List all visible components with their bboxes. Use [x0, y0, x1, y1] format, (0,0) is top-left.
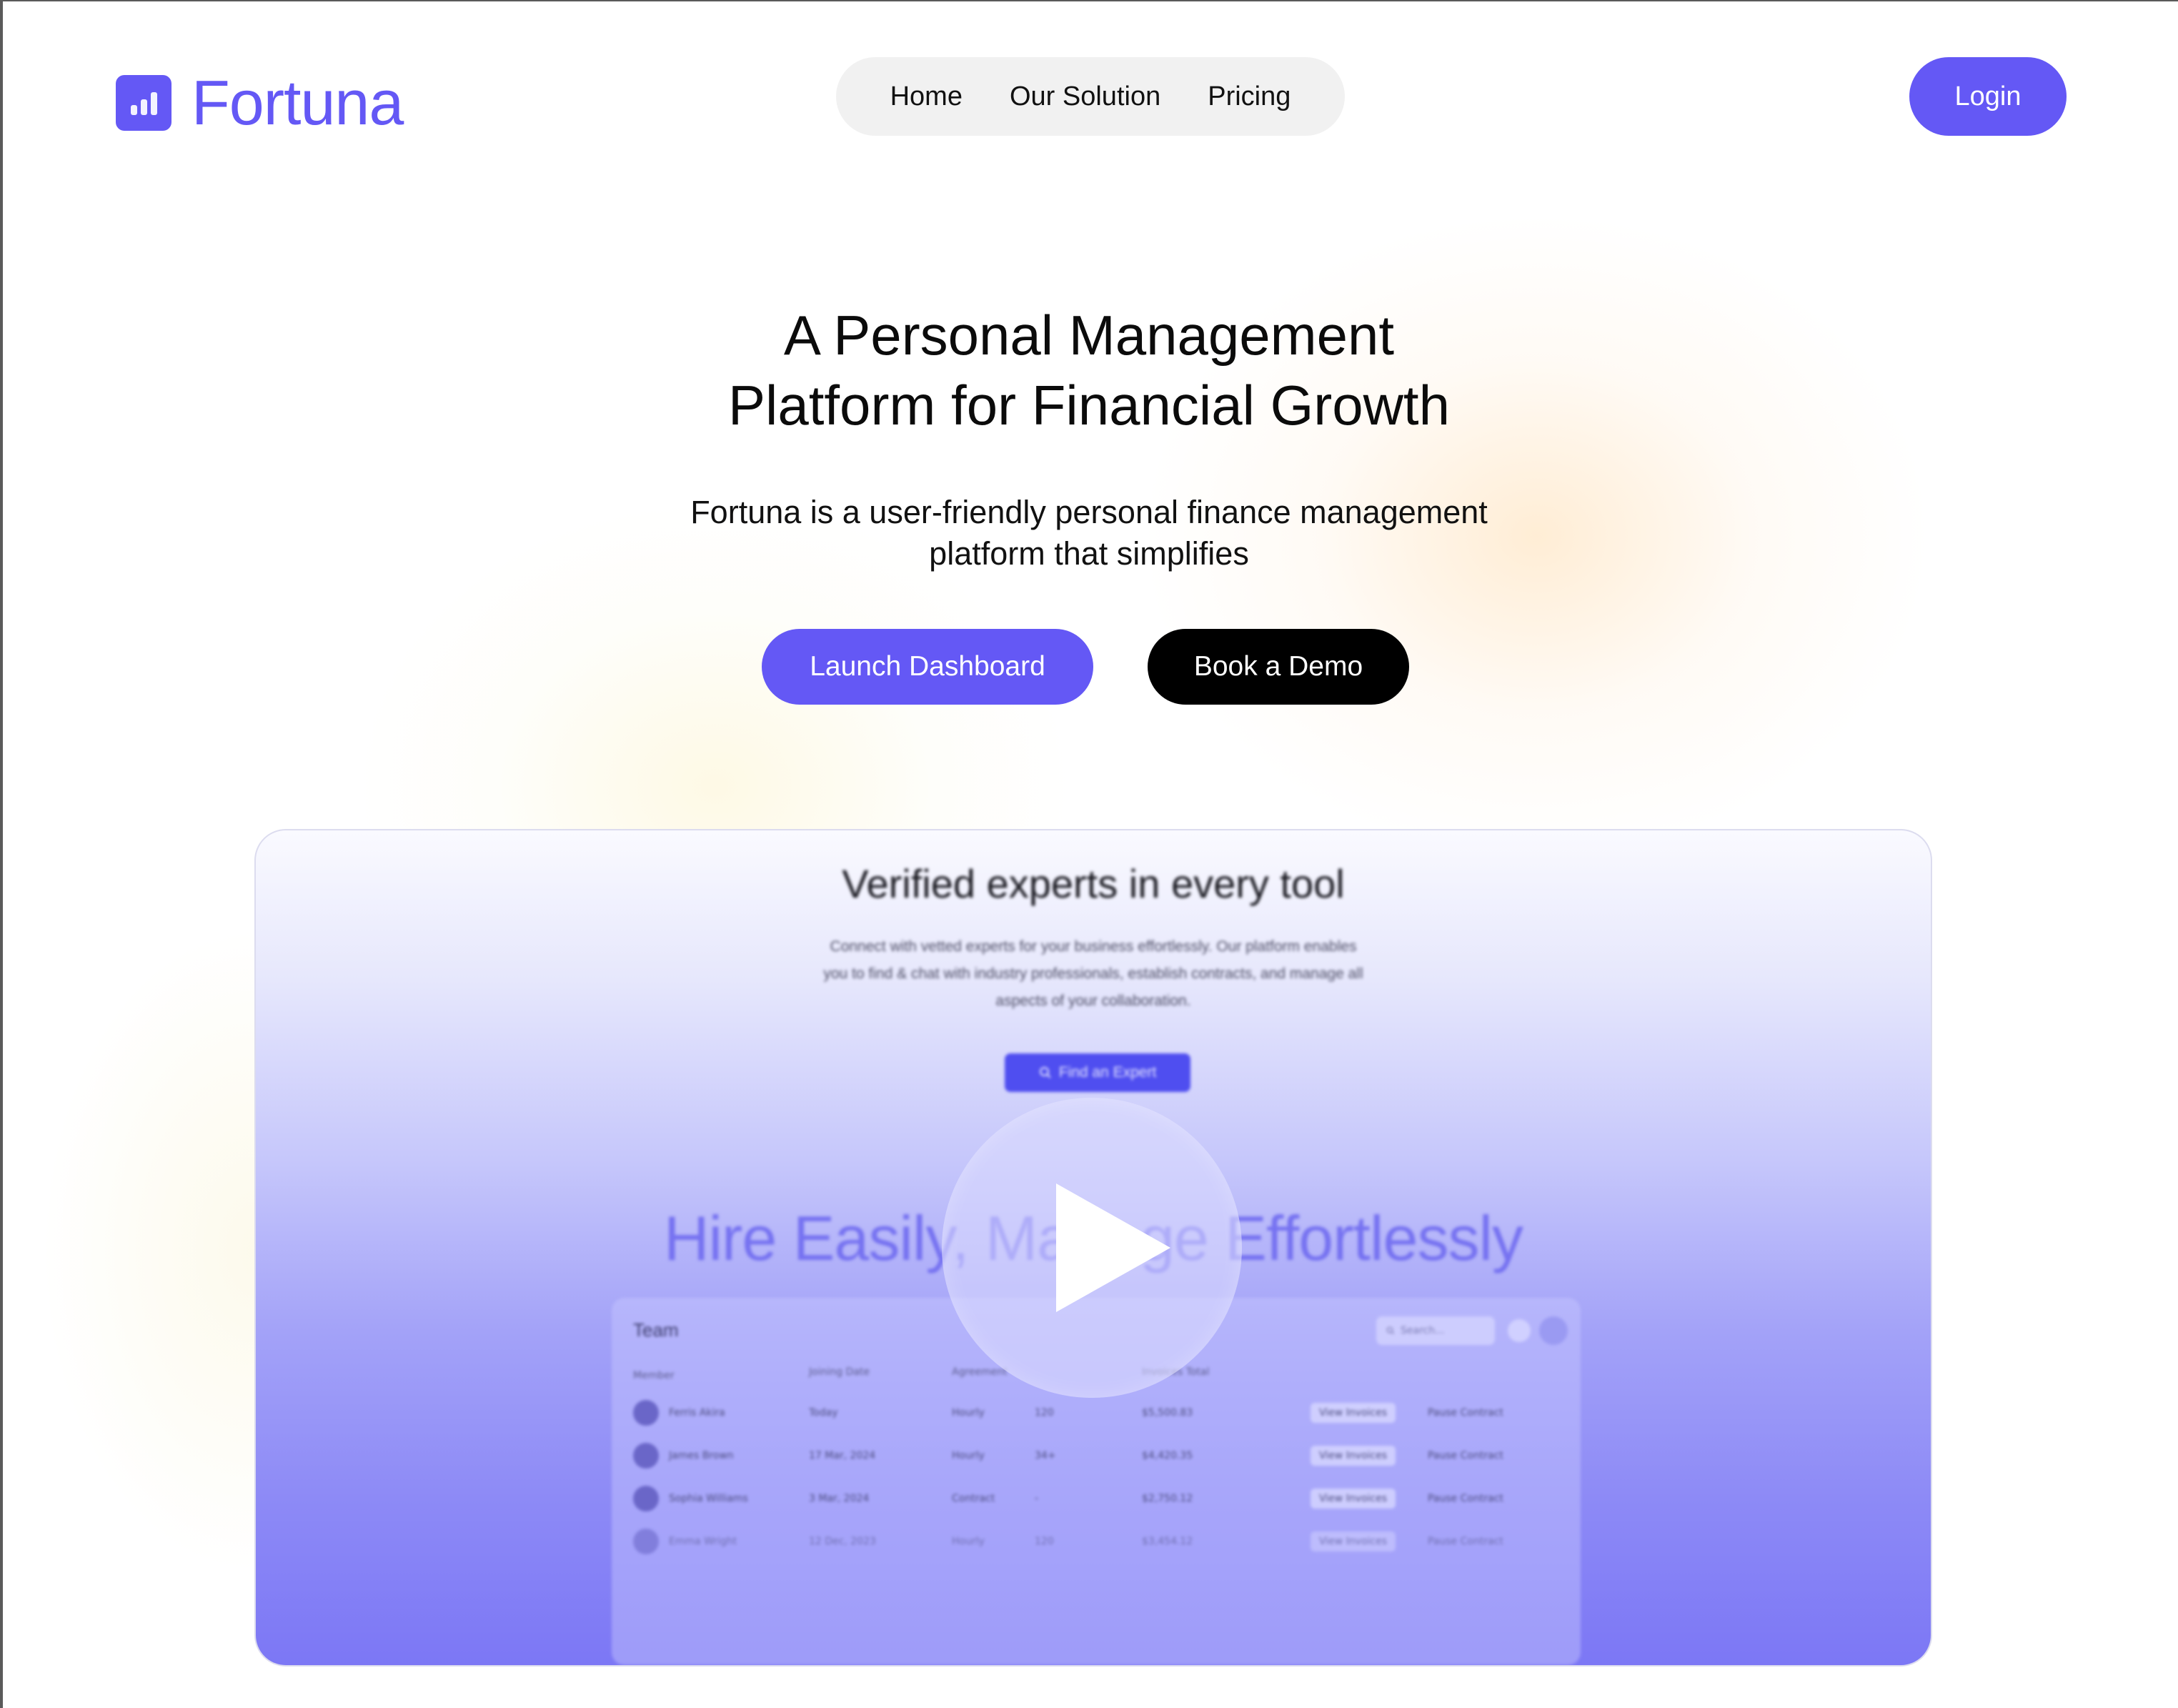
agreement: Contract: [952, 1493, 995, 1504]
member-name: Sophia Williams: [669, 1493, 748, 1504]
avatar: [633, 1486, 659, 1511]
play-icon: [1056, 1183, 1170, 1312]
launch-dashboard-button[interactable]: Launch Dashboard: [762, 629, 1093, 705]
hero-subtitle: Fortuna is a user-friendly personal fina…: [625, 492, 1553, 575]
rate: 34+: [1035, 1450, 1056, 1461]
table-row: James Brown 17 Mar, 2024 Hourly 34+ $4,4…: [633, 1438, 1559, 1474]
agreement: Hourly: [952, 1536, 985, 1547]
video-description: Connect with vetted experts for your bus…: [823, 938, 1363, 1009]
gear-icon: [1508, 1319, 1531, 1342]
pause-contract: Pause Contract: [1428, 1407, 1503, 1419]
avatar: [633, 1529, 659, 1554]
team-search-placeholder: Search...: [1401, 1325, 1445, 1336]
avatar: [633, 1400, 659, 1426]
nav-home[interactable]: Home: [890, 81, 963, 112]
invoices-total: $4,420.35: [1142, 1450, 1193, 1461]
view-invoices-chip: View Invoices: [1311, 1531, 1396, 1551]
find-expert-label: Find an Expert: [1058, 1064, 1157, 1081]
hero-title-line: A Personal Management: [783, 304, 1395, 367]
window-left-border: [0, 0, 3, 1708]
nav-our-solution[interactable]: Our Solution: [1010, 81, 1160, 112]
avatar: [1539, 1316, 1568, 1345]
column-header: Member: [633, 1370, 675, 1381]
invoices-total: $2,750.12: [1142, 1493, 1193, 1504]
rate: 120: [1035, 1536, 1054, 1547]
brand-logo[interactable]: Fortuna: [116, 67, 404, 138]
invoices-total: $5,500.83: [1142, 1407, 1193, 1419]
column-header: Joining Date: [809, 1366, 870, 1378]
brand-name: Fortuna: [192, 67, 404, 138]
pause-contract: Pause Contract: [1428, 1536, 1503, 1547]
rate: 120: [1035, 1407, 1054, 1419]
invoices-total: $3,454.12: [1142, 1536, 1193, 1547]
member-name: Emma Wright: [669, 1536, 737, 1547]
find-expert-button: Find an Expert: [1005, 1053, 1190, 1092]
team-search-input: Search...: [1376, 1316, 1495, 1345]
joining-date: 3 Mar, 2024: [809, 1493, 870, 1504]
joining-date: 12 Dec, 2023: [809, 1536, 876, 1547]
joining-date: Today: [809, 1407, 838, 1419]
joining-date: 17 Mar, 2024: [809, 1450, 876, 1461]
main-nav: Home Our Solution Pricing: [836, 57, 1345, 136]
hero-subtitle-line: Fortuna is a user-friendly personal fina…: [690, 494, 1488, 530]
hero-title-line: Platform for Financial Growth: [727, 374, 1450, 437]
search-icon: [1386, 1326, 1395, 1335]
hero-title: A Personal Management Platform for Finan…: [589, 300, 1589, 440]
play-button[interactable]: [942, 1098, 1242, 1398]
member-name: Ferris Akira: [669, 1407, 725, 1419]
team-panel-title: Team: [633, 1319, 679, 1341]
hero-subtitle-line: platform that simplifies: [929, 535, 1249, 572]
avatar: [633, 1443, 659, 1469]
table-row: Emma Wright 12 Dec, 2023 Hourly 120 $3,4…: [633, 1524, 1559, 1559]
login-button[interactable]: Login: [1909, 57, 2067, 136]
video-title: Verified experts in every tool: [842, 861, 1345, 906]
window-top-border: [0, 0, 2178, 1]
view-invoices-chip: View Invoices: [1311, 1489, 1396, 1509]
table-row: Ferris Akira Today Hourly 120 $5,500.83 …: [633, 1395, 1559, 1431]
nav-pricing[interactable]: Pricing: [1208, 81, 1291, 112]
pause-contract: Pause Contract: [1428, 1450, 1503, 1461]
book-demo-button[interactable]: Book a Demo: [1148, 629, 1409, 705]
bar-chart-icon: [116, 75, 171, 131]
view-invoices-chip: View Invoices: [1311, 1403, 1396, 1423]
pause-contract: Pause Contract: [1428, 1493, 1503, 1504]
agreement: Hourly: [952, 1450, 985, 1461]
search-icon: [1039, 1067, 1051, 1078]
member-name: James Brown: [669, 1450, 734, 1461]
table-row: Sophia Williams 3 Mar, 2024 Contract - $…: [633, 1481, 1559, 1516]
rate: -: [1035, 1493, 1039, 1504]
agreement: Hourly: [952, 1407, 985, 1419]
view-invoices-chip: View Invoices: [1311, 1446, 1396, 1466]
